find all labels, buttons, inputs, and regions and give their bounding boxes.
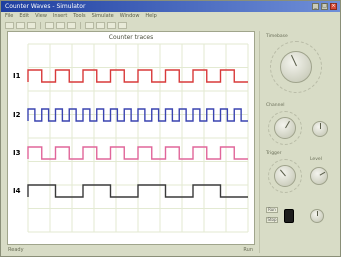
control-panel: Timebase Channel Trigger Level Run Stop [259,31,337,253]
menu-insert[interactable]: Insert [53,13,67,19]
copy-button[interactable] [56,21,65,29]
knob-pointer-icon [317,210,318,216]
stop-sim-button[interactable] [118,21,127,29]
menu-file[interactable]: File [5,13,13,19]
menu-window[interactable]: Window [120,13,140,19]
waveform-trace-3 [27,146,248,160]
cut-button[interactable] [45,21,54,29]
status-left: Ready [8,247,24,253]
channel-label-2: I2 [13,111,21,119]
menu-simulate[interactable]: Simulate [92,13,114,19]
knob-pointer-icon [290,55,297,67]
channel-label: Channel [266,103,285,108]
paste-button[interactable] [67,21,76,29]
waveform-trace-4 [27,184,248,198]
toolbar-separator [80,21,81,29]
knob-pointer-icon [320,123,321,129]
knob-pointer-icon [279,169,286,176]
app-window: Counter Waves - Simulator _ □ × File Edi… [0,0,341,257]
oscilloscope-display[interactable]: Counter traces I1 I2 I3 I4 [7,31,255,245]
waveform-trace-1 [27,69,248,83]
menu-help[interactable]: Help [145,13,156,19]
zoom-out-button[interactable] [96,21,105,29]
aux-knob[interactable] [310,209,324,223]
menu-edit[interactable]: Edit [19,13,29,19]
menu-view[interactable]: View [35,13,47,19]
stop-button[interactable]: Stop [266,217,278,223]
waveform-plot [27,43,249,233]
status-right: Run [243,247,253,253]
scope-title: Counter traces [108,34,154,41]
maximize-button[interactable]: □ [321,3,328,10]
menu-bar: File Edit View Insert Tools Simulate Win… [1,12,340,20]
minimize-button[interactable]: _ [312,3,319,10]
level-knob[interactable] [310,167,328,185]
channel-label-1: I1 [13,72,21,80]
level-label: Level [310,157,322,162]
channel-label-4: I4 [13,187,21,195]
run-button[interactable]: Run [266,207,278,213]
zoom-in-button[interactable] [85,21,94,29]
toolbar-separator [40,21,41,29]
title-bar[interactable]: Counter Waves - Simulator _ □ × [1,1,340,12]
run-sim-button[interactable] [107,21,116,29]
new-file-button[interactable] [5,21,14,29]
window-title: Counter Waves - Simulator [5,3,86,10]
menu-tools[interactable]: Tools [73,13,85,19]
knob-pointer-icon [319,172,326,177]
trigger-label: Trigger [266,151,282,156]
trigger-knob[interactable] [274,165,296,187]
channel-knob[interactable] [274,117,296,139]
power-switch[interactable] [284,209,294,223]
offset-knob[interactable] [312,121,328,137]
channel-label-3: I3 [13,149,21,157]
save-file-button[interactable] [27,21,36,29]
timebase-knob[interactable] [280,51,312,83]
open-file-button[interactable] [16,21,25,29]
timebase-label: Timebase [266,34,288,39]
close-button[interactable]: × [330,3,337,10]
knob-pointer-icon [285,120,290,128]
status-bar: Ready Run [7,246,255,255]
toolbar [1,20,340,30]
